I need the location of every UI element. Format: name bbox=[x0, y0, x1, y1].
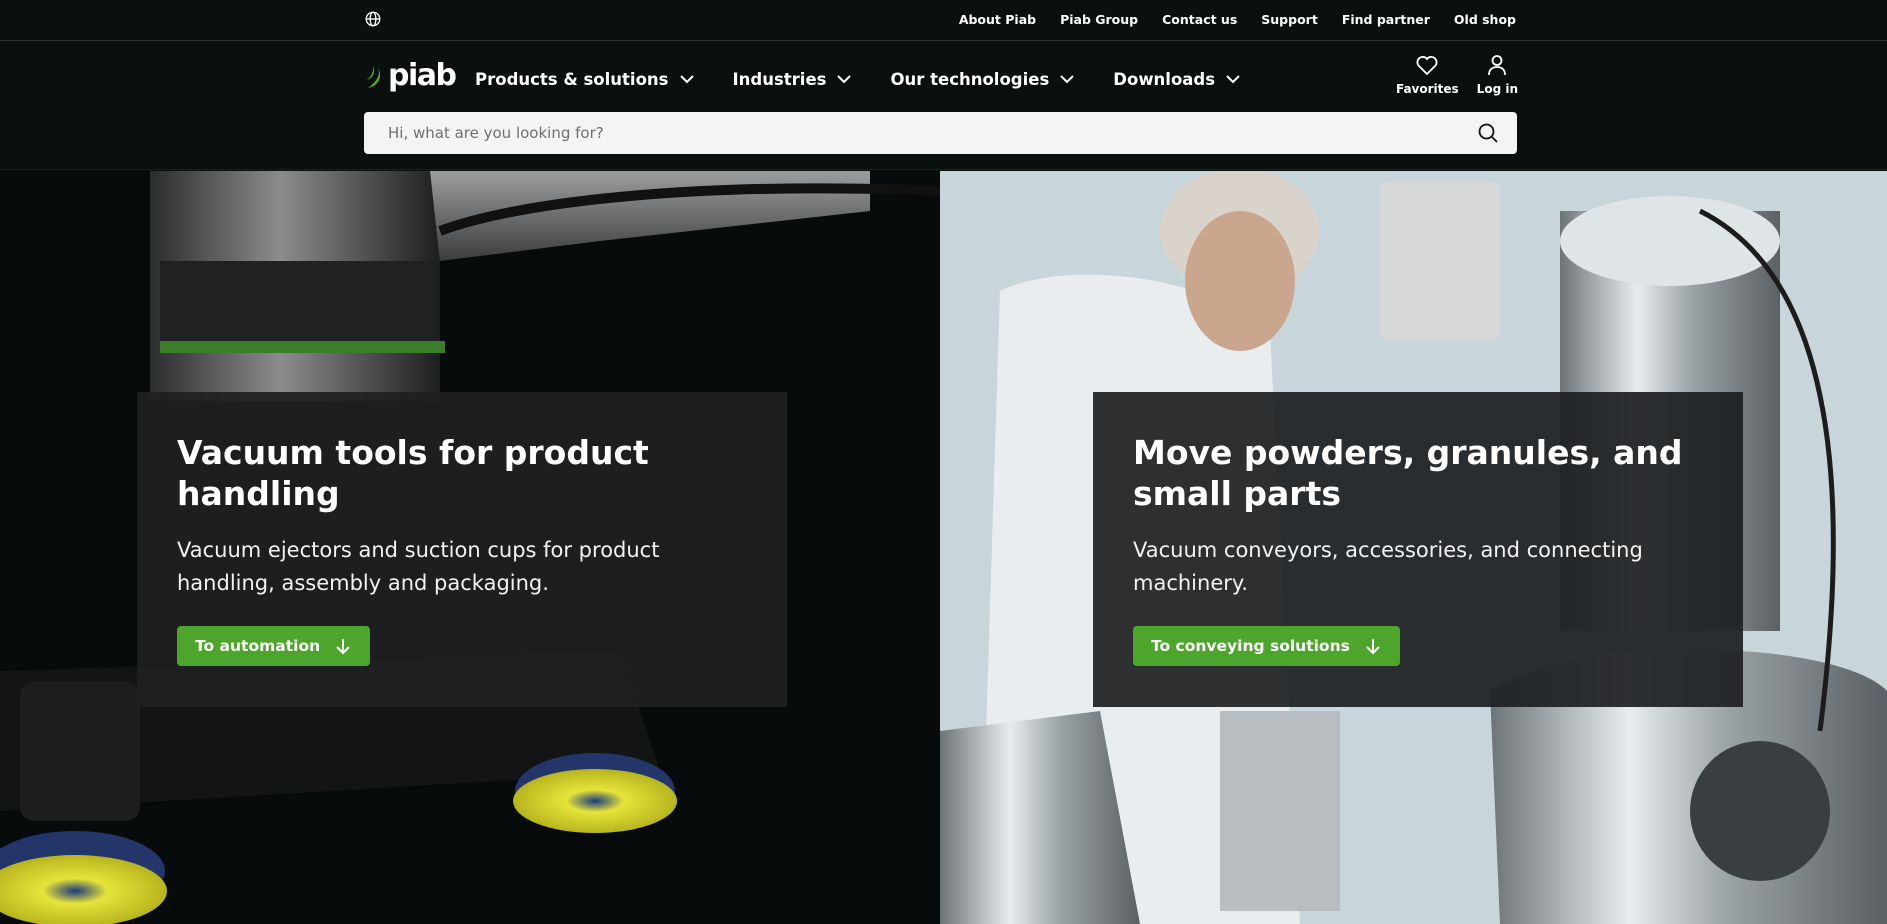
hero-conveying: Move powders, granules, and small parts … bbox=[940, 171, 1887, 924]
heart-icon bbox=[1416, 56, 1438, 76]
link-old-shop[interactable]: Old shop bbox=[1454, 12, 1516, 27]
button-label: To automation bbox=[195, 637, 321, 655]
hero-title: Move powders, granules, and small parts bbox=[1133, 433, 1683, 513]
hero-card-conveying: Move powders, granules, and small parts … bbox=[1093, 392, 1743, 707]
utility-links: About Piab Piab Group Contact us Support… bbox=[959, 0, 1516, 38]
arrow-down-icon bbox=[336, 639, 350, 655]
chevron-down-icon bbox=[1226, 75, 1240, 84]
nav-label: Downloads bbox=[1113, 69, 1216, 89]
link-find-partner[interactable]: Find partner bbox=[1342, 12, 1430, 27]
favorites-button[interactable]: Favorites bbox=[1396, 52, 1459, 96]
hero-title: Vacuum tools for product handling bbox=[177, 433, 649, 513]
search-input[interactable] bbox=[364, 112, 1464, 154]
nav-industries[interactable]: Industries bbox=[733, 70, 853, 89]
login-button[interactable]: Log in bbox=[1477, 52, 1518, 96]
globe-icon[interactable] bbox=[364, 10, 382, 28]
to-automation-button[interactable]: To automation bbox=[177, 626, 371, 666]
hero-description: Vacuum ejectors and suction cups for pro… bbox=[177, 538, 660, 595]
main-header: piab Products & solutions Industries Our… bbox=[0, 42, 1887, 170]
link-support[interactable]: Support bbox=[1261, 12, 1318, 27]
search-icon[interactable] bbox=[1477, 122, 1499, 144]
nav-our-technologies[interactable]: Our technologies bbox=[890, 70, 1075, 89]
piab-logo[interactable]: piab bbox=[364, 57, 457, 93]
logo-wordmark: piab bbox=[388, 57, 457, 93]
favorites-label: Favorites bbox=[1395, 82, 1459, 96]
link-about-piab[interactable]: About Piab bbox=[959, 12, 1036, 27]
hero-automation: Vacuum tools for product handling Vacuum… bbox=[0, 171, 940, 924]
nav-products-solutions[interactable]: Products & solutions bbox=[475, 70, 695, 89]
chevron-down-icon bbox=[837, 75, 852, 84]
link-contact-us[interactable]: Contact us bbox=[1162, 12, 1237, 27]
login-label: Log in bbox=[1476, 82, 1518, 96]
chevron-down-icon bbox=[1060, 75, 1074, 84]
chevron-down-icon bbox=[679, 75, 694, 84]
nav-downloads[interactable]: Downloads bbox=[1113, 70, 1241, 89]
search-bar bbox=[364, 112, 1517, 154]
nav-label: Products & solutions bbox=[475, 69, 669, 89]
hero-card-automation: Vacuum tools for product handling Vacuum… bbox=[137, 392, 787, 707]
button-label: To conveying solutions bbox=[1151, 637, 1350, 655]
arrow-down-icon bbox=[1366, 639, 1380, 655]
utility-bar: About Piab Piab Group Contact us Support… bbox=[0, 0, 1887, 41]
hero-description: Vacuum conveyors, accessories, and conne… bbox=[1133, 538, 1643, 595]
user-icon bbox=[1488, 55, 1507, 76]
primary-nav: Products & solutions Industries Our tech… bbox=[475, 62, 1241, 96]
user-actions: Favorites Log in bbox=[1396, 52, 1518, 96]
link-piab-group[interactable]: Piab Group bbox=[1060, 12, 1138, 27]
to-conveying-solutions-button[interactable]: To conveying solutions bbox=[1133, 626, 1400, 666]
nav-label: Our technologies bbox=[890, 69, 1050, 89]
piab-logo-mark bbox=[367, 66, 381, 88]
nav-label: Industries bbox=[732, 69, 827, 89]
